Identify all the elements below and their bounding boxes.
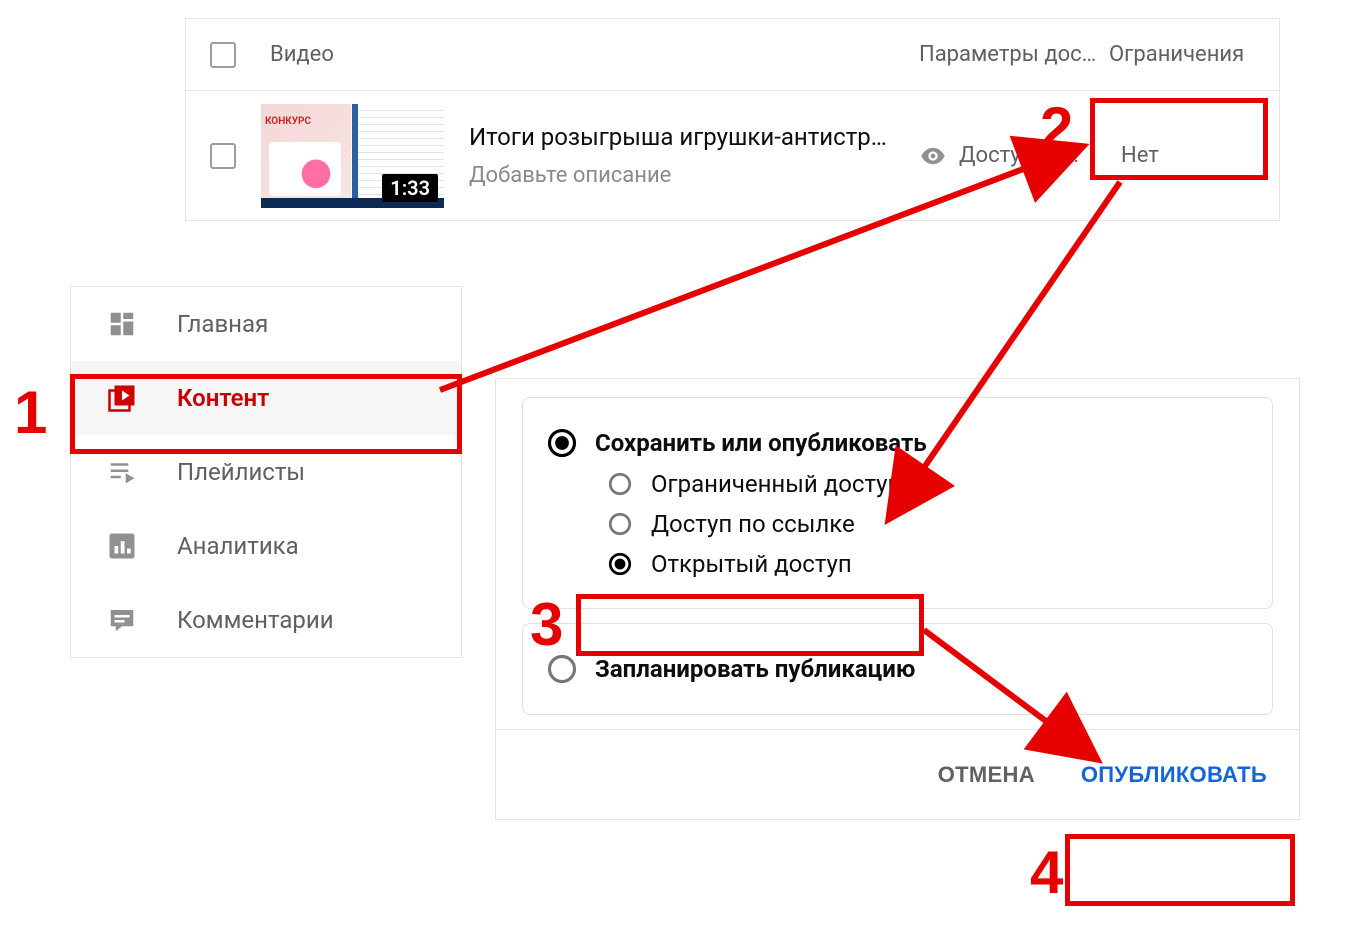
dashboard-icon: [107, 309, 137, 339]
radio-label: Запланировать публикацию: [595, 655, 915, 683]
column-access-header: Параметры дос…: [919, 42, 1109, 67]
radio-label: Ограниченный доступ: [651, 470, 901, 498]
analytics-icon: [107, 531, 137, 561]
annotation-number-3: 3: [530, 590, 563, 659]
radio-icon: [607, 471, 633, 497]
sidebar-item-analytics[interactable]: Аналитика: [71, 509, 461, 583]
video-thumbnail[interactable]: 1:33: [261, 104, 444, 208]
radio-public[interactable]: Открытый доступ: [607, 544, 1248, 584]
save-or-publish-card: Сохранить или опубликовать Ограниченный …: [522, 397, 1273, 609]
column-video-header: Видео: [270, 42, 334, 67]
radio-unlisted[interactable]: Доступ по ссылке: [607, 504, 1248, 544]
annotation-box-3: [576, 594, 924, 656]
cancel-button[interactable]: ОТМЕНА: [932, 752, 1041, 798]
radio-label: Сохранить или опубликовать: [595, 429, 927, 457]
annotation-box-4: [1065, 834, 1295, 906]
video-description-placeholder[interactable]: Добавьте описание: [469, 163, 919, 188]
radio-icon: [607, 511, 633, 537]
sidebar-item-comments[interactable]: Комментарии: [71, 583, 461, 657]
radio-private[interactable]: Ограниченный доступ: [607, 464, 1248, 504]
radio-icon-selected: [547, 428, 577, 458]
video-list-header: Видео Параметры дос… Ограничения: [186, 19, 1279, 91]
annotation-box-2: [1090, 98, 1268, 180]
radio-label: Открытый доступ: [651, 550, 852, 578]
sidebar-item-home[interactable]: Главная: [71, 287, 461, 361]
video-duration: 1:33: [382, 174, 438, 202]
annotation-number-1: 1: [14, 378, 47, 447]
annotation-number-2: 2: [1040, 94, 1073, 163]
annotation-number-4: 4: [1030, 838, 1063, 907]
select-video-checkbox[interactable]: [210, 143, 236, 169]
video-title[interactable]: Итоги розыгрыша игрушки-антистр…: [469, 123, 909, 151]
visibility-icon: [919, 142, 947, 170]
publish-button[interactable]: ОПУБЛИКОВАТЬ: [1075, 752, 1273, 798]
playlist-icon: [107, 457, 137, 487]
radio-icon-selected: [607, 551, 633, 577]
radio-label: Доступ по ссылке: [651, 510, 855, 538]
radio-save-or-publish[interactable]: Сохранить или опубликовать: [547, 422, 1248, 464]
comments-icon: [107, 605, 137, 635]
sidebar-item-label: Аналитика: [177, 532, 299, 560]
select-all-checkbox[interactable]: [210, 42, 236, 68]
sidebar-item-label: Плейлисты: [177, 458, 305, 486]
annotation-box-1: [70, 374, 462, 454]
column-restrictions-header: Ограничения: [1109, 42, 1279, 67]
video-access-cell[interactable]: Доступ по…: [919, 142, 1109, 170]
sidebar-item-label: Комментарии: [177, 606, 334, 634]
panel-footer: ОТМЕНА ОПУБЛИКОВАТЬ: [496, 729, 1299, 819]
studio-sidebar: Главная Контент Плейлисты Аналитика Комм…: [70, 286, 462, 658]
sidebar-item-label: Главная: [177, 310, 268, 338]
